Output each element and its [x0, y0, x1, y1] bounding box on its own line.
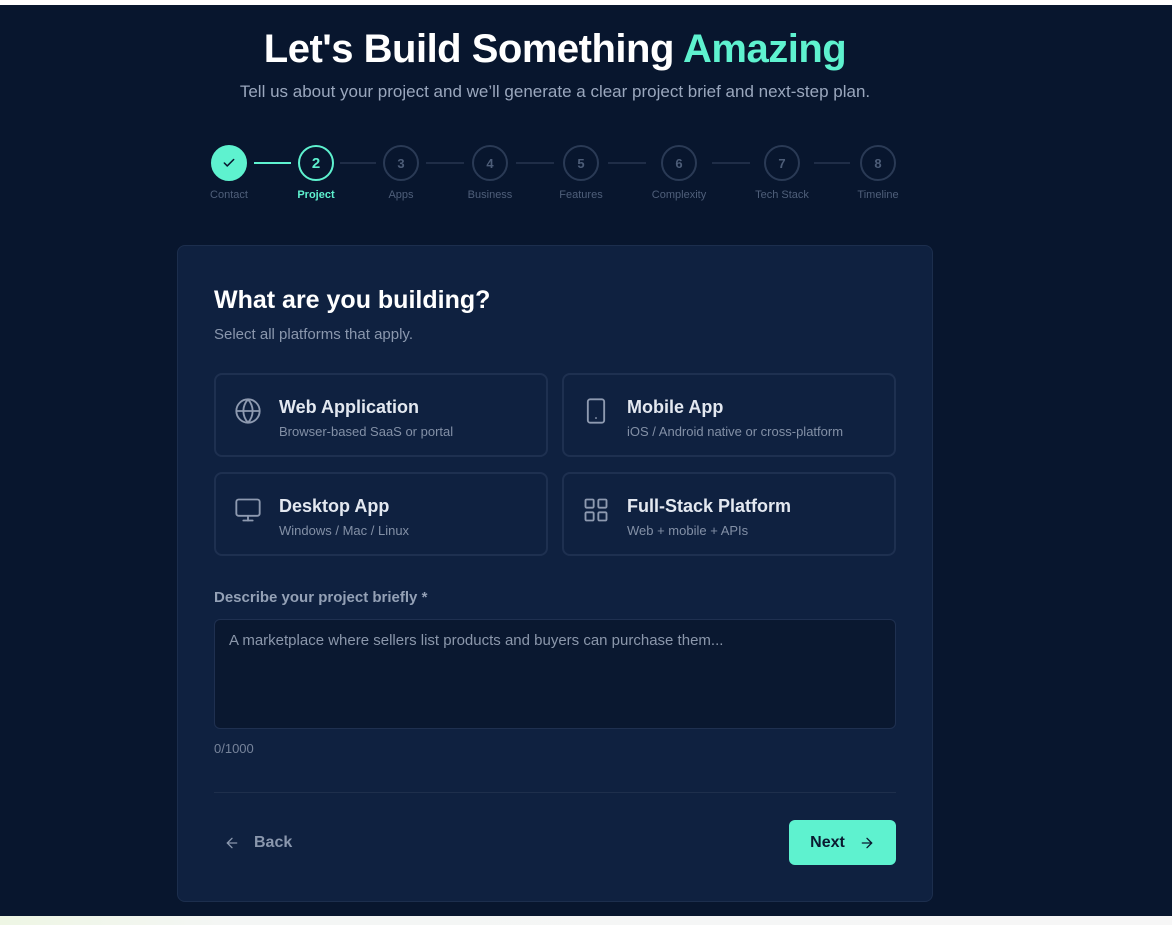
- step-contact[interactable]: Contact: [189, 145, 269, 201]
- step-label: Timeline: [857, 189, 899, 201]
- check-icon: [223, 158, 235, 167]
- step-circle: 8: [860, 145, 896, 181]
- option-web-application[interactable]: Web Application Browser-based SaaS or po…: [214, 373, 548, 457]
- form-card: What are you building? Select all platfo…: [177, 245, 933, 902]
- step-circle: 6: [661, 145, 697, 181]
- step-complexity[interactable]: 6 Complexity: [639, 145, 719, 201]
- divider: [214, 792, 896, 793]
- page-background: Let's Build Something Amazing Tell us ab…: [0, 5, 1172, 916]
- option-desktop-app[interactable]: Desktop App Windows / Mac / Linux: [214, 472, 548, 556]
- smartphone-icon: [586, 398, 606, 424]
- step-label: Business: [467, 189, 513, 201]
- next-label: Next: [810, 833, 845, 851]
- step-circle: 5: [563, 145, 599, 181]
- grid-icon: [584, 498, 608, 522]
- step-label: Project: [297, 189, 335, 201]
- option-description: Browser-based SaaS or portal: [279, 424, 454, 439]
- title-main: Let's Build Something: [263, 27, 675, 71]
- description-label: Describe your project briefly *: [214, 589, 428, 606]
- option-description: Windows / Mac / Linux: [279, 523, 410, 538]
- page-title: Let's Build Something Amazing: [0, 27, 1110, 72]
- step-label: Contact: [210, 189, 248, 201]
- option-description: iOS / Android native or cross-platform: [627, 424, 844, 439]
- arrow-left-icon: [226, 837, 238, 849]
- form-title: What are you building?: [214, 286, 491, 314]
- option-title: Desktop App: [279, 496, 390, 516]
- step-label: Apps: [388, 189, 414, 201]
- step-timeline[interactable]: 8 Timeline: [838, 145, 918, 201]
- step-circle: 4: [472, 145, 508, 181]
- option-full-stack-platform[interactable]: Full-Stack Platform Web + mobile + APIs: [562, 472, 896, 556]
- arrow-right-icon: [861, 837, 873, 848]
- title-accent: Amazing: [683, 27, 847, 71]
- monitor-icon: [235, 498, 261, 522]
- bottom-strip: [0, 916, 1172, 925]
- back-button[interactable]: Back: [224, 828, 292, 858]
- next-button[interactable]: Next: [789, 820, 896, 865]
- form-subtitle: Select all platforms that apply.: [214, 326, 413, 343]
- globe-icon: [235, 398, 261, 424]
- step-project[interactable]: 2 Project: [276, 145, 356, 201]
- step-business[interactable]: 4 Business: [450, 145, 530, 201]
- progress-stepper: Contact 2 Project 3 Apps 4 Business 5 Fe…: [0, 145, 1172, 215]
- step-circle: 2: [298, 145, 334, 181]
- step-features[interactable]: 5 Features: [541, 145, 621, 201]
- option-description: Web + mobile + APIs: [627, 523, 749, 538]
- back-label: Back: [254, 834, 293, 851]
- step-label: Complexity: [651, 189, 707, 201]
- option-title: Full-Stack Platform: [627, 496, 792, 516]
- option-title: Mobile App: [627, 397, 724, 417]
- step-circle: [211, 145, 247, 181]
- character-counter: 0/1000: [214, 741, 254, 756]
- option-title: Web Application: [279, 397, 420, 417]
- step-label: Features: [559, 189, 603, 201]
- page-subtitle: Tell us about your project and we’ll gen…: [239, 82, 871, 101]
- option-mobile-app[interactable]: Mobile App iOS / Android native or cross…: [562, 373, 896, 457]
- step-tech-stack[interactable]: 7 Tech Stack: [742, 145, 822, 201]
- step-circle: 7: [764, 145, 800, 181]
- step-circle: 3: [383, 145, 419, 181]
- step-apps[interactable]: 3 Apps: [361, 145, 441, 201]
- description-textarea[interactable]: [214, 619, 896, 729]
- step-label: Tech Stack: [755, 189, 809, 201]
